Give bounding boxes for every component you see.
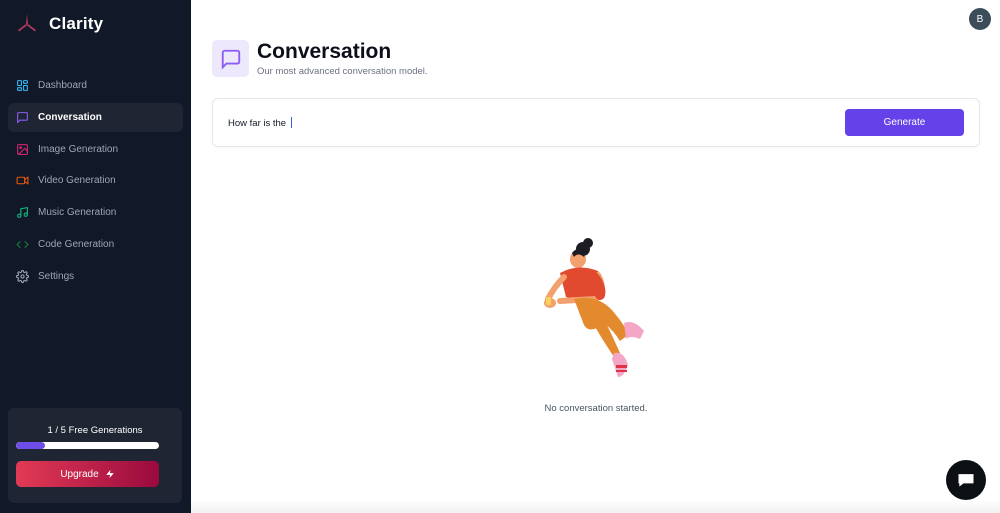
tri-blade-logo-icon: [18, 14, 36, 32]
sidebar-item-music-generation[interactable]: Music Generation: [8, 198, 183, 227]
free-generations-card: 1 / 5 Free Generations: [8, 408, 182, 503]
page-title: Conversation: [257, 40, 392, 63]
progress-fill: [16, 442, 45, 449]
music-icon: [17, 207, 28, 219]
sidebar: Clarity Dashboard Conversation Image Gen…: [0, 0, 191, 513]
free-generations-progress: [16, 442, 159, 449]
sidebar-item-video-generation[interactable]: Video Generation: [8, 166, 183, 195]
sidebar-item-label: Music Generation: [38, 207, 117, 219]
code-icon: [16, 240, 29, 249]
brand-name: Clarity: [49, 14, 104, 33]
sidebar-item-label: Image Generation: [38, 143, 119, 155]
upgrade-label: Upgrade: [60, 468, 99, 480]
bottom-fade: [191, 500, 1000, 513]
sidebar-item-image-generation[interactable]: Image Generation: [8, 135, 183, 164]
message-square-icon: [17, 111, 28, 124]
brand[interactable]: Clarity: [15, 12, 103, 36]
avatar[interactable]: B: [969, 8, 991, 30]
sidebar-item-conversation[interactable]: Conversation: [8, 102, 183, 132]
prompt-input[interactable]: [228, 116, 628, 130]
conversation-heading-icon-box: [212, 40, 249, 77]
sidebar-item-label: Conversation: [38, 111, 102, 123]
sidebar-item-settings[interactable]: Settings: [8, 262, 183, 291]
empty-state-text: No conversation started.: [544, 403, 648, 414]
video-icon: [16, 176, 29, 186]
text-caret: [291, 117, 292, 128]
support-chat-button[interactable]: [946, 460, 986, 500]
sidebar-item-dashboard[interactable]: Dashboard: [8, 71, 183, 100]
chat-bubble-icon: [958, 474, 974, 487]
message-square-icon: [221, 49, 240, 69]
grid-icon: [17, 80, 28, 91]
page-subtitle: Our most advanced conversation model.: [257, 66, 428, 77]
sidebar-item-label: Settings: [38, 270, 75, 282]
gear-icon: [16, 269, 29, 283]
empty-state-illustration: [544, 238, 644, 377]
sidebar-item-label: Code Generation: [38, 238, 115, 250]
generate-button[interactable]: Generate: [845, 109, 964, 136]
sidebar-item-code-generation[interactable]: Code Generation: [8, 230, 183, 259]
image-icon: [17, 143, 28, 155]
free-generations-label: 1 / 5 Free Generations: [47, 425, 143, 436]
sidebar-nav: Dashboard Conversation Image Generation …: [8, 71, 183, 294]
lightning-icon: [105, 469, 114, 479]
sidebar-item-label: Dashboard: [38, 80, 87, 91]
sidebar-item-label: Video Generation: [38, 175, 116, 187]
upgrade-button[interactable]: Upgrade: [16, 461, 159, 487]
